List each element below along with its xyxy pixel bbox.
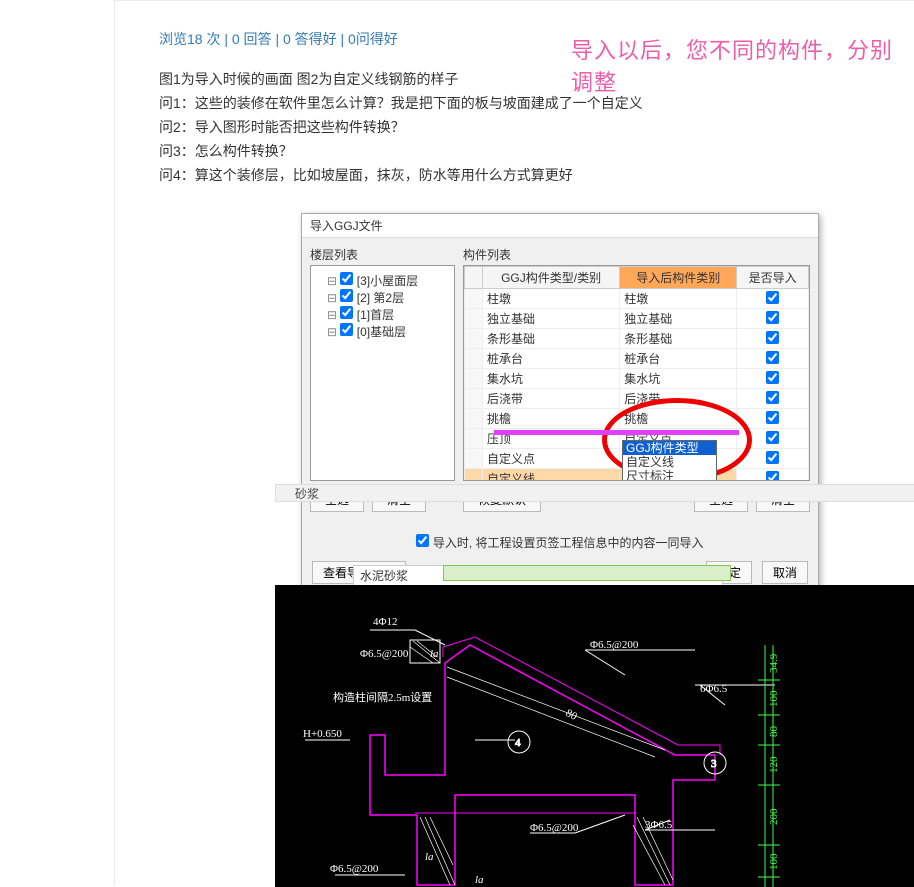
svg-text:80: 80 (564, 707, 580, 723)
component-grid[interactable]: GGJ构件类型/类别 导入后构件类别 是否导入 柱墩柱墩 独立基础独立基础 条形… (463, 265, 810, 481)
table-row: 桩承台桩承台 (465, 349, 809, 369)
svg-text:la: la (475, 874, 484, 886)
tree-item[interactable]: [2] 第2层 (317, 289, 448, 306)
row-checkbox[interactable] (766, 331, 779, 344)
svg-text:100: 100 (768, 853, 780, 870)
import-settings-checkbox[interactable] (416, 534, 429, 547)
cad-drawing: 4 3 4Φ12 Φ6.5@200 构造柱间隔2.5m设置 H+0.650 Φ6… (275, 585, 914, 887)
svg-text:80: 80 (768, 726, 780, 738)
background-col-label: 砂浆 (295, 485, 319, 502)
row-checkbox[interactable] (766, 311, 779, 324)
dropdown-option[interactable]: GGJ构件类型 (623, 441, 716, 455)
background-table-header (275, 484, 914, 502)
grid-header-after[interactable]: 导入后构件类别 (620, 267, 737, 289)
row-checkbox[interactable] (766, 431, 779, 444)
row-checkbox[interactable] (766, 411, 779, 424)
question-line-5: 问4：算这个装修层，比如坡屋面，抹灰，防水等用什么方式算更好 (159, 163, 914, 187)
svg-text:6Φ6.5: 6Φ6.5 (700, 683, 728, 695)
svg-text:la: la (425, 851, 434, 863)
svg-text:4: 4 (515, 737, 521, 749)
tree-checkbox[interactable] (340, 323, 353, 336)
row-checkbox[interactable] (766, 451, 779, 464)
svg-text:34.9: 34.9 (768, 653, 780, 673)
component-list-label: 构件列表 (463, 246, 810, 263)
svg-text:100: 100 (768, 690, 780, 707)
row-checkbox[interactable] (766, 351, 779, 364)
tree-item[interactable]: [0]基础层 (317, 323, 448, 340)
row-checkbox[interactable] (766, 371, 779, 384)
category-dropdown[interactable]: GGJ构件类型 自定义线 尺寸标注 (622, 440, 717, 481)
row-checkbox[interactable] (766, 291, 779, 304)
tree-checkbox[interactable] (340, 289, 353, 302)
svg-text:3Φ6.5: 3Φ6.5 (645, 819, 673, 831)
floor-tree[interactable]: [3]小屋面层 [2] 第2层 [1]首层 [0]基础层 (310, 265, 455, 481)
import-dialog: 导入GGJ文件 楼层列表 [3]小屋面层 [2] 第2层 [1]首层 [0]基础… (301, 213, 819, 591)
tree-item[interactable]: [3]小屋面层 (317, 272, 448, 289)
tree-item[interactable]: [1]首层 (317, 306, 448, 323)
row-checkbox[interactable] (766, 471, 779, 482)
svg-text:Φ6.5@200: Φ6.5@200 (330, 863, 379, 875)
question-line-3: 问2：导入图形时能否把这些构件转换？ (159, 115, 914, 139)
grid-header-type[interactable]: GGJ构件类型/类别 (483, 267, 620, 289)
table-row: 挑檐挑檐 (465, 409, 809, 429)
floor-list-label: 楼层列表 (310, 246, 455, 263)
row-checkbox[interactable] (766, 391, 779, 404)
svg-text:Φ6.5@200: Φ6.5@200 (530, 822, 579, 834)
annotation-top: 导入以后，您不同的构件，分别调整 (571, 33, 914, 97)
background-cell-hl (443, 565, 731, 581)
grid-header-num (465, 267, 483, 289)
table-row: 条形基础条形基础 (465, 329, 809, 349)
svg-text:120: 120 (768, 756, 780, 773)
table-row: 柱墩柱墩 (465, 289, 809, 309)
tree-checkbox[interactable] (340, 306, 353, 319)
svg-text:200: 200 (768, 808, 780, 825)
table-row: 集水坑集水坑 (465, 369, 809, 389)
tree-checkbox[interactable] (340, 272, 353, 285)
svg-text:构造柱间隔2.5m设置: 构造柱间隔2.5m设置 (333, 690, 432, 704)
grid-header-import[interactable]: 是否导入 (737, 267, 809, 289)
svg-text:3: 3 (711, 758, 717, 770)
svg-text:4Φ12: 4Φ12 (373, 616, 398, 628)
svg-text:Φ6.5@200: Φ6.5@200 (590, 639, 639, 651)
svg-text:la: la (430, 648, 439, 660)
annotation-line (494, 430, 739, 435)
question-line-4: 问3：怎么构件转换？ (159, 139, 914, 163)
cancel-button[interactable]: 取消 (762, 561, 808, 584)
dropdown-option[interactable]: 自定义线 (623, 455, 716, 469)
import-settings-label: 导入时, 将工程设置页签工程信息中的内容一同导入 (433, 536, 704, 550)
table-row: 独立基础独立基础 (465, 309, 809, 329)
dialog-title: 导入GGJ文件 (302, 214, 818, 238)
svg-text:Φ6.5@200: Φ6.5@200 (360, 648, 409, 660)
table-row: 后浇带后浇带 (465, 389, 809, 409)
svg-text:H+0.650: H+0.650 (303, 728, 342, 740)
dropdown-option[interactable]: 尺寸标注 (623, 469, 716, 481)
